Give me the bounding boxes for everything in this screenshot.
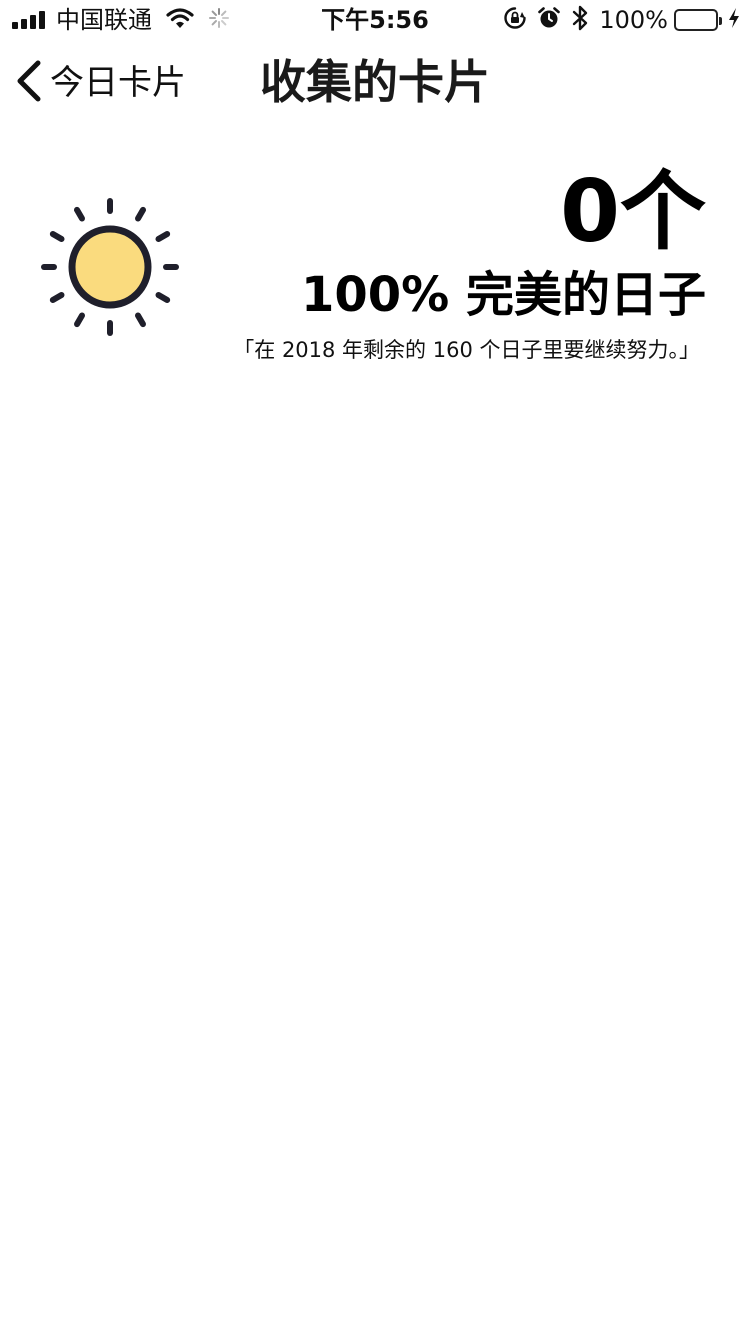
chevron-left-icon bbox=[14, 59, 42, 107]
nav-bar: 今日卡片 收集的卡片 bbox=[0, 40, 750, 128]
charging-icon bbox=[728, 7, 740, 33]
back-button[interactable]: 今日卡片 bbox=[14, 58, 186, 108]
sun-ray bbox=[74, 206, 85, 222]
sun-ray bbox=[49, 292, 65, 303]
alarm-icon bbox=[537, 6, 561, 34]
sun-ray bbox=[49, 231, 65, 242]
signal-icon bbox=[12, 11, 48, 29]
wifi-icon bbox=[166, 7, 194, 33]
battery-icon bbox=[674, 9, 722, 31]
sun-ray bbox=[74, 312, 85, 328]
status-right: 100% bbox=[493, 5, 740, 35]
sun-ray bbox=[135, 312, 146, 328]
status-left: 中国联通 bbox=[12, 6, 230, 34]
loading-spinner-icon bbox=[208, 7, 230, 33]
screen: 中国联通 下午5:56 100% 今日卡片 收集的卡片 0个 100% 完美的日… bbox=[0, 0, 750, 1334]
sun-ray bbox=[155, 231, 171, 242]
battery-percent: 100% bbox=[599, 6, 668, 34]
rotation-lock-icon bbox=[503, 6, 527, 34]
sun-ray bbox=[155, 292, 171, 303]
back-label: 今日卡片 bbox=[50, 63, 186, 103]
bluetooth-icon bbox=[571, 5, 589, 35]
status-time: 下午5:56 bbox=[321, 6, 429, 34]
perfect-days-label: 100% 完美的日子 bbox=[300, 267, 706, 323]
status-bar: 中国联通 下午5:56 100% bbox=[0, 0, 750, 40]
encouragement-note: 「在 2018 年剩余的 160 个日子里要继续努力。」 bbox=[233, 338, 700, 362]
collected-count: 0个 bbox=[560, 162, 706, 262]
sun-icon bbox=[36, 193, 184, 341]
sun-ray bbox=[135, 206, 146, 222]
carrier-name: 中国联通 bbox=[56, 6, 152, 34]
